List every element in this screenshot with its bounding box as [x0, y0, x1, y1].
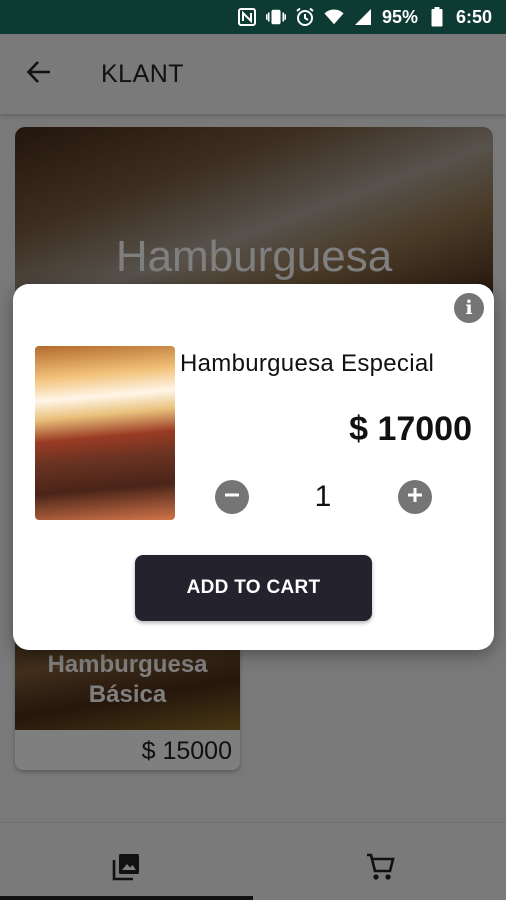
quantity-value: 1 [314, 480, 332, 513]
product-name: Hamburguesa Especial [180, 350, 435, 377]
alarm-icon [295, 7, 315, 27]
product-dialog: i Hamburguesa Especial $ 17000 1 ADD TO … [13, 284, 494, 650]
signal-icon [353, 7, 373, 27]
product-price: $ 17000 [349, 410, 472, 448]
battery-percent: 95% [381, 6, 418, 27]
clock-time: 6:50 [455, 6, 492, 27]
vibrate-icon [265, 7, 286, 27]
wifi-icon [324, 7, 344, 27]
info-button[interactable]: i [454, 293, 484, 323]
status-bar: 95% 6:50 [0, 0, 506, 34]
plus-circle-icon [407, 487, 423, 508]
add-to-cart-button[interactable]: ADD TO CART [135, 555, 372, 621]
minus-circle-icon [224, 487, 240, 508]
battery-icon [427, 7, 447, 27]
product-image [35, 346, 175, 520]
info-icon: i [465, 297, 473, 319]
quantity-decrease-button[interactable] [215, 480, 249, 514]
nfc-icon [237, 7, 257, 27]
quantity-increase-button[interactable] [398, 480, 432, 514]
